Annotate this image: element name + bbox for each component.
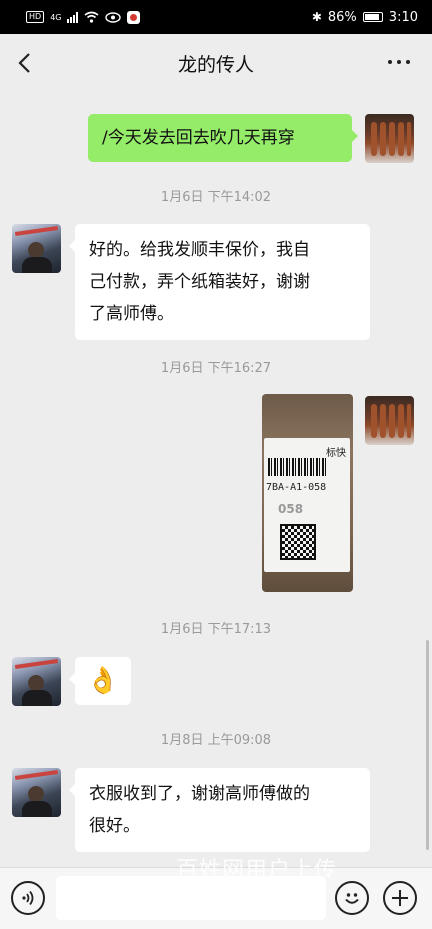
voice-icon bbox=[22, 890, 34, 906]
label-code: 7BA-A1-058 bbox=[266, 482, 327, 493]
network-type: 4G bbox=[50, 12, 62, 22]
label-number: 058 bbox=[278, 502, 304, 516]
more-options-icon[interactable] bbox=[388, 60, 410, 64]
barcode bbox=[268, 458, 328, 476]
ok-hand-icon: 👌 bbox=[86, 666, 120, 696]
contact-avatar[interactable] bbox=[12, 657, 61, 706]
emoji-button[interactable] bbox=[335, 881, 369, 915]
clock: 3:10 bbox=[388, 9, 418, 25]
message-list[interactable]: /今天发去回去吹几天再穿 1月6日 下午14:02 好的。给我发顺丰保价，我自 … bbox=[0, 92, 432, 867]
message-bubble-received[interactable]: 衣服收到了，谢谢高师傅做的 很好。 bbox=[69, 768, 370, 852]
hd-indicator: HD bbox=[26, 11, 45, 23]
message-line: 了高师傅。 bbox=[89, 304, 174, 324]
battery-icon bbox=[362, 12, 383, 22]
message-line: 衣服收到了，谢谢高师傅做的 bbox=[89, 784, 310, 804]
shipping-label: 标快 7BA-A1-058 058 bbox=[264, 438, 350, 572]
message-bubble-sent[interactable]: /今天发去回去吹几天再穿 bbox=[88, 114, 358, 162]
timestamp: 1月8日 上午09:08 bbox=[160, 733, 272, 748]
back-button[interactable] bbox=[8, 46, 40, 80]
timestamp: 1月6日 下午16:27 bbox=[160, 361, 272, 376]
watermark: 百姓网用户上传 bbox=[176, 858, 338, 883]
message-line: 好的。给我发顺丰保价，我自 bbox=[89, 240, 310, 260]
message-line: 己付款，弄个纸箱装好，谢谢 bbox=[89, 272, 310, 292]
voice-button[interactable] bbox=[11, 881, 45, 915]
my-avatar[interactable] bbox=[365, 114, 414, 163]
my-avatar[interactable] bbox=[365, 396, 414, 445]
plus-button[interactable] bbox=[383, 881, 417, 915]
timestamp: 1月6日 下午14:02 bbox=[160, 190, 272, 205]
app-notification-icon bbox=[127, 10, 141, 24]
image-message[interactable]: 标快 7BA-A1-058 058 bbox=[262, 394, 353, 592]
emoji-icon bbox=[345, 893, 359, 904]
chat-header: 龙的传人 bbox=[0, 34, 432, 92]
eye-icon bbox=[105, 11, 122, 23]
message-text: /今天发去回去吹几天再穿 bbox=[102, 128, 295, 148]
plus-icon bbox=[392, 890, 408, 906]
label-tag: 标快 bbox=[326, 448, 346, 459]
bluetooth-icon: ✱ bbox=[311, 10, 322, 24]
timestamp: 1月6日 下午17:13 bbox=[160, 622, 272, 637]
chat-title: 龙的传人 bbox=[177, 53, 254, 76]
wifi-icon bbox=[84, 11, 99, 23]
contact-avatar[interactable] bbox=[12, 768, 61, 817]
message-line: 很好。 bbox=[89, 816, 140, 836]
message-bubble-received[interactable]: 好的。给我发顺丰保价，我自 己付款，弄个纸箱装好，谢谢 了高师傅。 bbox=[69, 224, 370, 340]
chevron-left-icon bbox=[18, 53, 30, 73]
contact-avatar[interactable] bbox=[12, 224, 61, 273]
scrollbar[interactable] bbox=[426, 640, 429, 850]
status-bar: HD 4G ✱ 86% 3:10 bbox=[0, 0, 432, 34]
emoji-message[interactable]: 👌 bbox=[69, 657, 131, 705]
signal-icon bbox=[67, 11, 79, 23]
battery-percent: 86% bbox=[327, 9, 357, 25]
qr-code bbox=[280, 524, 316, 560]
